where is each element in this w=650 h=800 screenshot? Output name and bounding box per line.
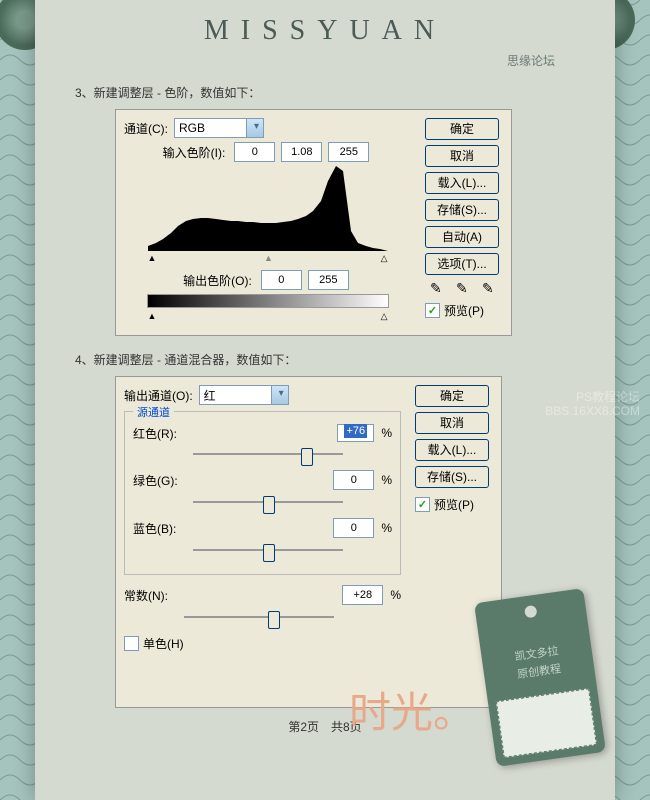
load-button[interactable]: 载入(L)... (415, 439, 489, 461)
step-3-text: 3、新建调整层 - 色阶，数值如下： (75, 84, 595, 101)
tag-note (496, 688, 597, 758)
eyedropper-gray-icon[interactable]: ✎ (456, 280, 474, 298)
output-black-field[interactable] (261, 270, 302, 290)
input-sliders[interactable]: ▲▲△ (148, 253, 388, 264)
input-gamma-field[interactable] (281, 142, 322, 162)
preview-checkbox[interactable]: ✓ (425, 303, 440, 318)
input-black-field[interactable] (234, 142, 275, 162)
watermark: PS教程论坛BBS.16XX8.COM (545, 390, 640, 418)
blue-label: 蓝色(B): (133, 520, 193, 537)
load-button[interactable]: 载入(L)... (425, 172, 499, 194)
constant-slider[interactable] (184, 609, 334, 625)
output-channel-select[interactable]: 红 (199, 385, 289, 405)
cancel-button[interactable]: 取消 (425, 145, 499, 167)
save-button[interactable]: 存储(S)... (415, 466, 489, 488)
red-field[interactable]: +76 (337, 424, 374, 442)
source-channels-group: 源通道 红色(R):+76% 绿色(G):% 蓝色(B):% (124, 411, 401, 575)
source-channels-legend: 源通道 (133, 404, 174, 420)
green-field[interactable] (333, 470, 374, 490)
auto-button[interactable]: 自动(A) (425, 226, 499, 248)
output-gradient (147, 294, 389, 308)
eyedropper-white-icon[interactable]: ✎ (482, 280, 500, 298)
input-levels-label: 输入色阶(I): (163, 144, 226, 161)
output-channel-label: 输出通道(O): (124, 387, 193, 404)
mono-label: 单色(H) (143, 635, 184, 652)
eyedropper-black-icon[interactable]: ✎ (430, 280, 448, 298)
channel-label: 通道(C): (124, 120, 168, 137)
cancel-button[interactable]: 取消 (415, 412, 489, 434)
red-slider[interactable] (193, 446, 343, 462)
mono-checkbox[interactable] (124, 636, 139, 651)
site-logo: MISSYUAN (35, 15, 615, 47)
hang-tag: 凯文多拉原创教程 (474, 588, 606, 767)
preview-checkbox[interactable]: ✓ (415, 497, 430, 512)
preview-label: 预览(P) (444, 302, 484, 319)
paper-background: MISSYUAN 思缘论坛 3、新建调整层 - 色阶，数值如下： 通道(C): … (35, 0, 615, 800)
constant-field[interactable] (342, 585, 383, 605)
green-label: 绿色(G): (133, 472, 193, 489)
output-white-field[interactable] (308, 270, 349, 290)
blue-slider[interactable] (193, 542, 343, 558)
options-button[interactable]: 选项(T)... (425, 253, 499, 275)
green-slider[interactable] (193, 494, 343, 510)
levels-dialog: 通道(C): RGB 输入色阶(I): ▲▲△ 输出色阶(O): (115, 109, 512, 336)
save-button[interactable]: 存储(S)... (425, 199, 499, 221)
blue-field[interactable] (333, 518, 374, 538)
channel-mixer-dialog: 输出通道(O): 红 源通道 红色(R):+76% 绿色(G):% 蓝色(B):… (115, 376, 502, 708)
stamp-text: 时光。 (349, 679, 475, 740)
site-subtitle: 思缘论坛 (35, 52, 615, 69)
histogram (148, 166, 388, 251)
output-levels-label: 输出色阶(O): (183, 272, 252, 289)
red-label: 红色(R): (133, 425, 193, 442)
output-sliders[interactable]: ▲△ (148, 311, 388, 322)
channel-select[interactable]: RGB (174, 118, 264, 138)
preview-label: 预览(P) (434, 496, 474, 513)
ok-button[interactable]: 确定 (425, 118, 499, 140)
input-white-field[interactable] (328, 142, 369, 162)
constant-label: 常数(N): (124, 587, 184, 604)
step-4-text: 4、新建调整层 - 通道混合器，数值如下： (75, 351, 595, 368)
ok-button[interactable]: 确定 (415, 385, 489, 407)
